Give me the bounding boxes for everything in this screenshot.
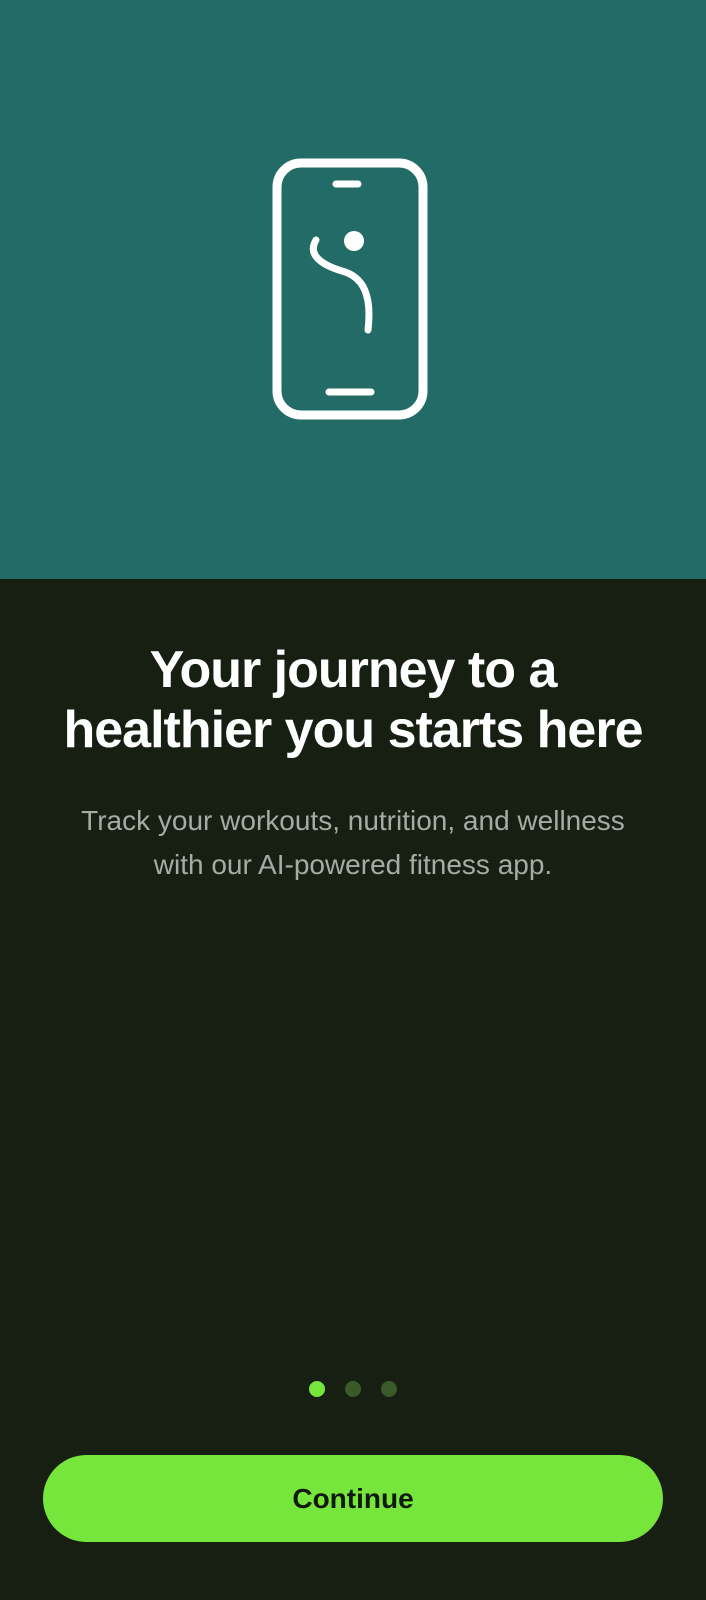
onboarding-subtitle-line: Track your workouts, nutrition, and well… — [81, 805, 625, 836]
page-indicator — [0, 1381, 706, 1397]
onboarding-title: Your journey to a healthier you starts h… — [0, 640, 706, 760]
continue-button[interactable]: Continue — [43, 1455, 663, 1542]
onboarding-subtitle-line: with our AI-powered fitness app. — [153, 849, 553, 880]
page-dot-active[interactable] — [309, 1381, 325, 1397]
onboarding-title-line: Your journey to a — [149, 641, 558, 699]
page-dot[interactable] — [381, 1381, 397, 1397]
hero-banner — [0, 0, 706, 579]
page-dot[interactable] — [345, 1381, 361, 1397]
onboarding-subtitle: Track your workouts, nutrition, and well… — [0, 799, 706, 887]
onboarding-title-line: healthier you starts here — [63, 701, 644, 759]
phone-fitness-figure-icon — [272, 158, 428, 420]
onboarding-screen: Your journey to a healthier you starts h… — [0, 0, 706, 1600]
